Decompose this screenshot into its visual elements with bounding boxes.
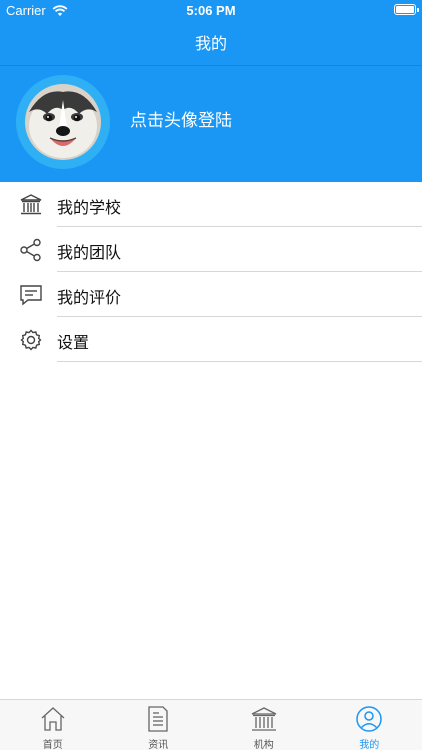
status-bar: Carrier 5:06 PM <box>0 0 422 22</box>
tab-institution[interactable]: 机构 <box>211 700 317 751</box>
tab-home[interactable]: 首页 <box>0 700 106 751</box>
tab-label: 我的 <box>317 736 422 751</box>
menu-list: 我的学校 我的团队 我的评价 设置 <box>0 182 422 362</box>
menu-item-my-school[interactable]: 我的学校 <box>0 182 422 227</box>
status-time: 5:06 PM <box>0 3 422 18</box>
avatar-button[interactable] <box>16 75 110 169</box>
divider <box>57 361 422 362</box>
menu-item-my-team[interactable]: 我的团队 <box>0 227 422 272</box>
menu-item-label: 设置 <box>57 329 89 353</box>
page-title: 我的 <box>0 22 422 66</box>
tab-news[interactable]: 资讯 <box>106 700 212 751</box>
gear-icon <box>19 328 43 352</box>
battery-icon <box>394 4 416 15</box>
tab-bar: 首页 资讯 机构 我的 <box>0 699 422 750</box>
menu-item-label: 我的评价 <box>57 284 121 308</box>
status-right <box>394 4 416 15</box>
nav-bar: 我的 <box>0 22 422 66</box>
profile-header: 点击头像登陆 <box>0 66 422 182</box>
home-icon <box>39 705 67 733</box>
document-icon <box>144 705 172 733</box>
tab-mine[interactable]: 我的 <box>317 700 422 751</box>
menu-item-label: 我的团队 <box>57 239 121 263</box>
bank-icon <box>250 705 278 733</box>
tab-label: 资讯 <box>106 736 212 751</box>
comment-icon <box>19 283 43 307</box>
tab-label: 机构 <box>211 736 317 751</box>
login-prompt[interactable]: 点击头像登陆 <box>130 106 232 131</box>
menu-item-label: 我的学校 <box>57 194 121 218</box>
menu-item-settings[interactable]: 设置 <box>0 317 422 362</box>
dog-avatar-image <box>25 84 101 160</box>
avatar[interactable] <box>25 84 101 160</box>
tab-label: 首页 <box>0 736 106 751</box>
share-icon <box>19 238 43 262</box>
user-icon <box>355 705 383 733</box>
bank-icon <box>19 193 43 217</box>
menu-item-my-reviews[interactable]: 我的评价 <box>0 272 422 317</box>
